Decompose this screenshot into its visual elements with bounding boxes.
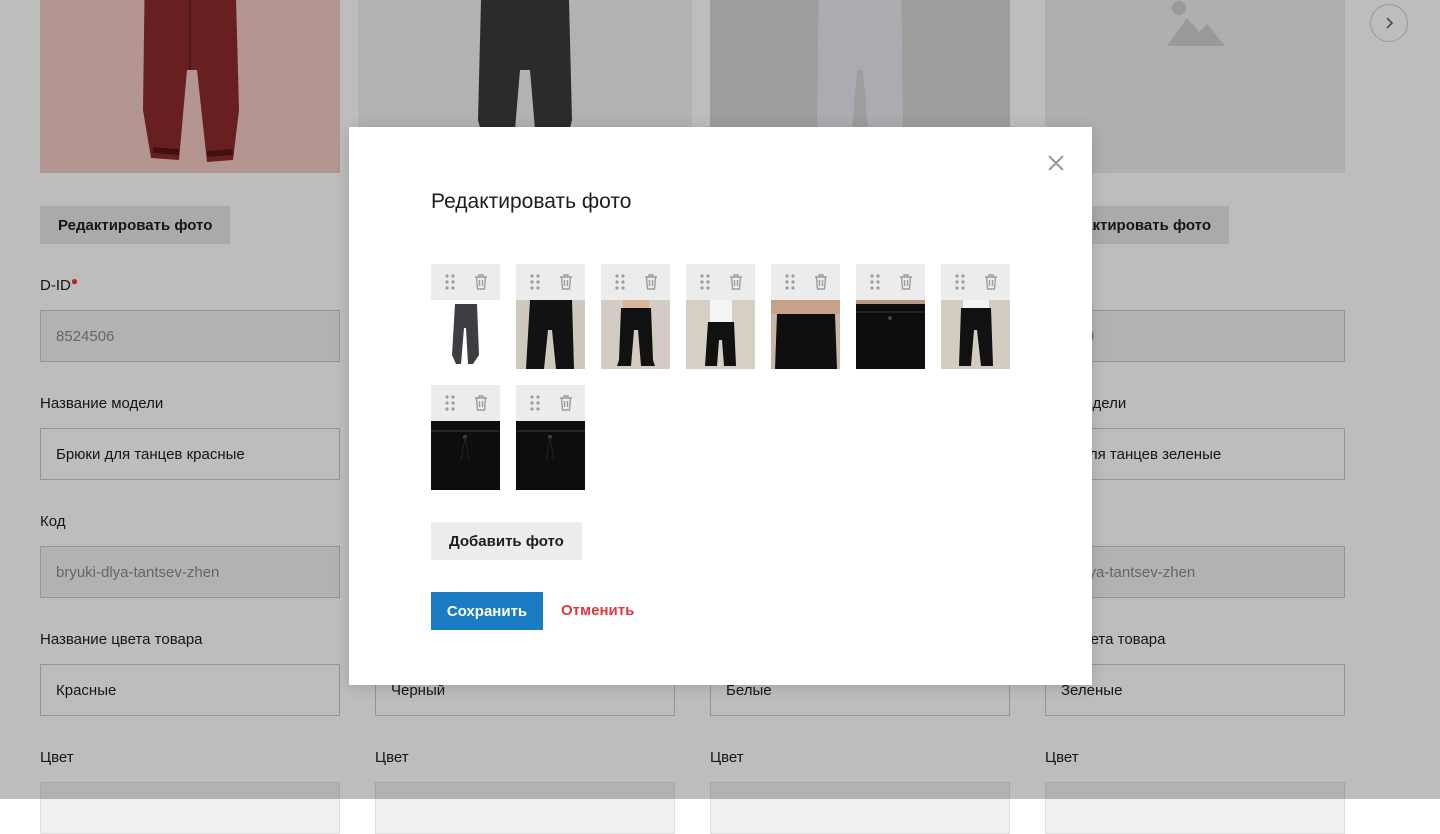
drag-handle-icon[interactable]: [780, 272, 800, 292]
close-icon: [1048, 155, 1064, 171]
thumbnail-image: [771, 300, 840, 369]
photo-thumbnail[interactable]: [516, 264, 585, 369]
drag-handle-icon[interactable]: [695, 272, 715, 292]
drag-handle-icon[interactable]: [950, 272, 970, 292]
thumbnail-toolbar: [431, 385, 500, 421]
close-button[interactable]: [1046, 153, 1066, 173]
thumbnail-image: [516, 421, 585, 490]
trash-icon[interactable]: [726, 272, 746, 292]
thumbnail-toolbar: [431, 264, 500, 300]
drag-handle-icon[interactable]: [440, 272, 460, 292]
drag-handle-icon[interactable]: [440, 393, 460, 413]
drag-handle-icon[interactable]: [610, 272, 630, 292]
photo-thumbnail[interactable]: [856, 264, 925, 369]
thumbnail-image: [431, 300, 500, 369]
trash-icon[interactable]: [556, 272, 576, 292]
photo-thumbnail[interactable]: [431, 385, 500, 490]
thumbnail-toolbar: [686, 264, 755, 300]
thumbnail-image: [516, 300, 585, 369]
photo-thumbnail[interactable]: [431, 264, 500, 369]
trash-icon[interactable]: [471, 393, 491, 413]
thumbnail-image: [601, 300, 670, 369]
edit-photo-modal: Редактировать фото Добавить фото Сохрани…: [349, 127, 1092, 685]
cancel-button[interactable]: Отменить: [561, 592, 634, 630]
photo-thumbnail[interactable]: [686, 264, 755, 369]
trash-icon[interactable]: [896, 272, 916, 292]
trash-icon[interactable]: [811, 272, 831, 292]
trash-icon[interactable]: [471, 272, 491, 292]
thumbnail-image: [431, 421, 500, 490]
thumbnail-toolbar: [856, 264, 925, 300]
thumbnail-toolbar: [941, 264, 1010, 300]
drag-handle-icon[interactable]: [865, 272, 885, 292]
save-button[interactable]: Сохранить: [431, 592, 543, 630]
photo-thumbnail[interactable]: [941, 264, 1010, 369]
thumbnail-image: [856, 300, 925, 369]
photo-thumbnail[interactable]: [771, 264, 840, 369]
trash-icon[interactable]: [556, 393, 576, 413]
thumbnail-toolbar: [516, 264, 585, 300]
modal-title: Редактировать фото: [431, 190, 632, 213]
thumbnail-toolbar: [516, 385, 585, 421]
trash-icon[interactable]: [981, 272, 1001, 292]
add-photo-button[interactable]: Добавить фото: [431, 522, 582, 560]
photo-thumbnail[interactable]: [601, 264, 670, 369]
thumbnail-toolbar: [601, 264, 670, 300]
photo-thumbnail[interactable]: [516, 385, 585, 490]
thumbnail-toolbar: [771, 264, 840, 300]
drag-handle-icon[interactable]: [525, 272, 545, 292]
thumbnail-image: [941, 300, 1010, 369]
drag-handle-icon[interactable]: [525, 393, 545, 413]
trash-icon[interactable]: [641, 272, 661, 292]
thumbnail-image: [686, 300, 755, 369]
